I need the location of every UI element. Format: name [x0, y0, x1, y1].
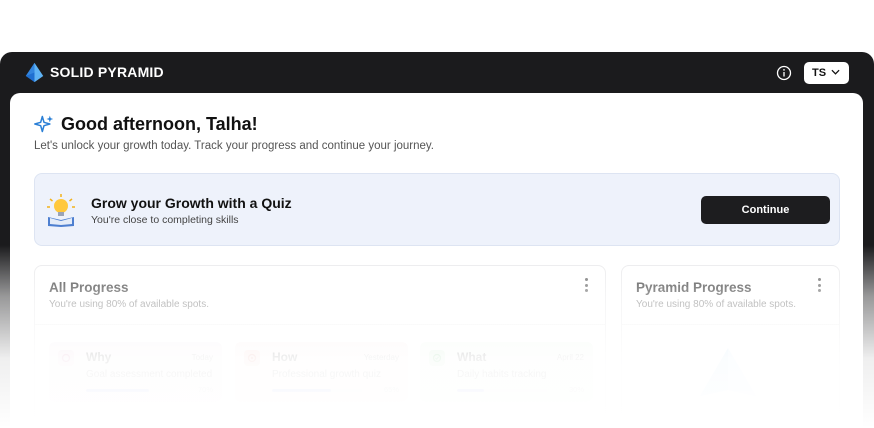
progress-bar [272, 389, 362, 392]
progress-item-desc: Goal assessment completed [86, 369, 213, 380]
app-window: SOLID PYRAMID TS Good afternoon, Talha! … [0, 52, 874, 428]
sparkle-icon [34, 115, 54, 133]
top-bar: SOLID PYRAMID TS [0, 52, 874, 94]
progress-percent: 30% [568, 385, 584, 394]
pyramid-logo-icon[interactable] [24, 62, 45, 83]
greeting-title: Good afternoon, Talha! [61, 114, 258, 134]
all-progress-subtitle: You're using 80% of available spots. [49, 299, 209, 310]
what-icon [429, 350, 445, 366]
progress-fill [86, 389, 149, 392]
progress-percent: 70% [197, 385, 213, 394]
quiz-subtitle: You're close to completing skills [91, 214, 239, 226]
progress-item-name: How [272, 350, 298, 364]
progress-item-name: Why [86, 350, 112, 364]
progress-bar [457, 389, 547, 392]
progress-fill [457, 389, 484, 392]
screen: SOLID PYRAMID TS Good afternoon, Talha! … [0, 0, 874, 428]
quiz-banner: Grow your Growth with a Quiz You're clos… [34, 173, 840, 246]
pyramid-progress-title: Pyramid Progress [636, 280, 752, 295]
user-menu-button[interactable]: TS [804, 62, 849, 84]
main-panel: Good afternoon, Talha! Let's unlock your… [10, 93, 863, 428]
progress-bar [86, 389, 176, 392]
progress-item-what[interactable]: What April 22 Daily habits tracking 30% [420, 342, 593, 402]
progress-item-date: Yesterday [363, 353, 399, 362]
more-options-icon[interactable] [817, 278, 821, 292]
all-progress-title: All Progress [49, 280, 129, 295]
all-progress-card: All Progress You're using 80% of availab… [34, 265, 606, 428]
progress-item-date: Today [191, 353, 213, 362]
divider [35, 324, 605, 325]
progress-item-why[interactable]: Why Today Goal assessment completed 70% [49, 342, 222, 402]
progress-fill [272, 389, 331, 392]
progress-item-how[interactable]: How Yesterday Professional growth quiz 6… [235, 342, 408, 402]
why-icon [58, 350, 74, 366]
more-options-icon[interactable] [584, 278, 588, 292]
progress-item-name: What [457, 350, 487, 364]
continue-button[interactable]: Continue [701, 196, 830, 224]
quiz-title: Grow your Growth with a Quiz [91, 195, 292, 211]
progress-item-desc: Professional growth quiz [272, 369, 381, 380]
user-initials: TS [812, 67, 827, 79]
brand-name: SOLID PYRAMID [50, 64, 164, 80]
info-icon[interactable] [776, 65, 792, 81]
divider [622, 324, 839, 325]
pyramid-progress-subtitle: You're using 80% of available spots. [636, 299, 796, 310]
lightbulb-book-icon [47, 194, 75, 227]
pyramid-progress-card: Pyramid Progress You're using 80% of ava… [621, 265, 840, 428]
greeting-subtitle: Let's unlock your growth today. Track yo… [34, 140, 435, 152]
pyramid-graphic-icon [700, 348, 756, 396]
how-icon [244, 350, 260, 366]
progress-item-date: April 22 [556, 353, 584, 362]
progress-percent: 65% [383, 385, 399, 394]
progress-item-desc: Daily habits tracking [457, 369, 547, 380]
chevron-down-icon [831, 69, 840, 75]
